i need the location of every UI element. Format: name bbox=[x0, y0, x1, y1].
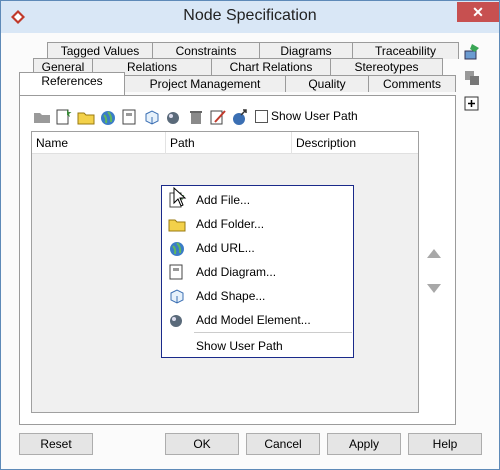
menu-label: Add File... bbox=[196, 193, 251, 207]
tab-traceability[interactable]: Traceability bbox=[352, 42, 459, 59]
tab-diagrams[interactable]: Diagrams bbox=[259, 42, 353, 59]
tab-stereotypes[interactable]: Stereotypes bbox=[330, 58, 443, 75]
add-folder-icon[interactable] bbox=[77, 108, 95, 126]
title-bar: Node Specification ✕ bbox=[1, 1, 499, 33]
menu-item-add-shape[interactable]: Add Shape... bbox=[162, 284, 353, 308]
diagram-icon bbox=[169, 264, 183, 280]
tab-project-management[interactable]: Project Management bbox=[124, 75, 286, 92]
menu-label: Add Diagram... bbox=[196, 265, 277, 279]
show-user-path-checkbox[interactable] bbox=[255, 110, 268, 123]
column-description-header[interactable]: Description bbox=[292, 132, 418, 154]
move-up-icon[interactable] bbox=[425, 247, 443, 261]
tab-chart-relations[interactable]: Chart Relations bbox=[211, 58, 331, 75]
reset-button[interactable]: Reset bbox=[19, 433, 93, 455]
globe-icon bbox=[170, 242, 184, 256]
add-shape-icon[interactable] bbox=[143, 108, 161, 126]
copy-icon[interactable] bbox=[463, 69, 481, 87]
cancel-button[interactable]: Cancel bbox=[246, 433, 320, 455]
add-url-icon[interactable] bbox=[99, 108, 117, 126]
menu-item-show-user-path[interactable]: Show User Path bbox=[162, 334, 353, 358]
menu-item-add-url[interactable]: Add URL... bbox=[162, 236, 353, 260]
help-button[interactable]: Help bbox=[408, 433, 482, 455]
add-reference-context-menu: Add File... Add Folder... Add URL... Add… bbox=[161, 185, 354, 358]
menu-label: Add Model Element... bbox=[196, 313, 311, 327]
pin-icon[interactable] bbox=[463, 43, 481, 61]
menu-item-add-file[interactable]: Add File... bbox=[162, 188, 353, 212]
open-folder-icon[interactable] bbox=[33, 108, 51, 126]
move-down-icon[interactable] bbox=[425, 281, 443, 295]
add-diagram-icon[interactable] bbox=[121, 108, 139, 126]
model-element-icon bbox=[170, 315, 182, 327]
shape-icon bbox=[170, 289, 184, 304]
menu-item-add-model-element[interactable]: Add Model Element... bbox=[162, 308, 353, 332]
add-model-element-icon[interactable] bbox=[165, 108, 183, 126]
tab-constraints[interactable]: Constraints bbox=[152, 42, 260, 59]
expand-icon[interactable] bbox=[463, 95, 481, 113]
menu-label: Add Folder... bbox=[196, 217, 265, 231]
tab-comments[interactable]: Comments bbox=[368, 75, 456, 92]
menu-label: Add Shape... bbox=[196, 289, 266, 303]
ok-button[interactable]: OK bbox=[165, 433, 239, 455]
menu-label: Show User Path bbox=[196, 339, 283, 353]
delete-icon[interactable] bbox=[187, 108, 205, 126]
edit-icon[interactable] bbox=[209, 108, 227, 126]
column-path-header[interactable]: Path bbox=[166, 132, 292, 154]
close-button[interactable]: ✕ bbox=[457, 2, 499, 22]
tab-references[interactable]: References bbox=[19, 72, 125, 95]
node-specification-window: Node Specification ✕ Tagged Values Const… bbox=[0, 0, 500, 470]
show-user-path-label: Show User Path bbox=[271, 109, 358, 123]
menu-item-add-diagram[interactable]: Add Diagram... bbox=[162, 260, 353, 284]
folder-icon bbox=[168, 219, 186, 232]
window-title: Node Specification bbox=[183, 7, 317, 24]
mouse-cursor-icon bbox=[173, 187, 187, 207]
add-file-icon[interactable] bbox=[55, 108, 73, 126]
column-name-header[interactable]: Name bbox=[32, 132, 166, 154]
menu-separator bbox=[194, 332, 352, 333]
open-reference-icon[interactable] bbox=[231, 108, 249, 126]
tab-quality[interactable]: Quality bbox=[285, 75, 369, 92]
menu-label: Add URL... bbox=[196, 241, 255, 255]
tab-tagged-values[interactable]: Tagged Values bbox=[47, 42, 153, 59]
menu-item-add-folder[interactable]: Add Folder... bbox=[162, 212, 353, 236]
table-header: Name Path Description bbox=[32, 132, 418, 154]
apply-button[interactable]: Apply bbox=[327, 433, 401, 455]
